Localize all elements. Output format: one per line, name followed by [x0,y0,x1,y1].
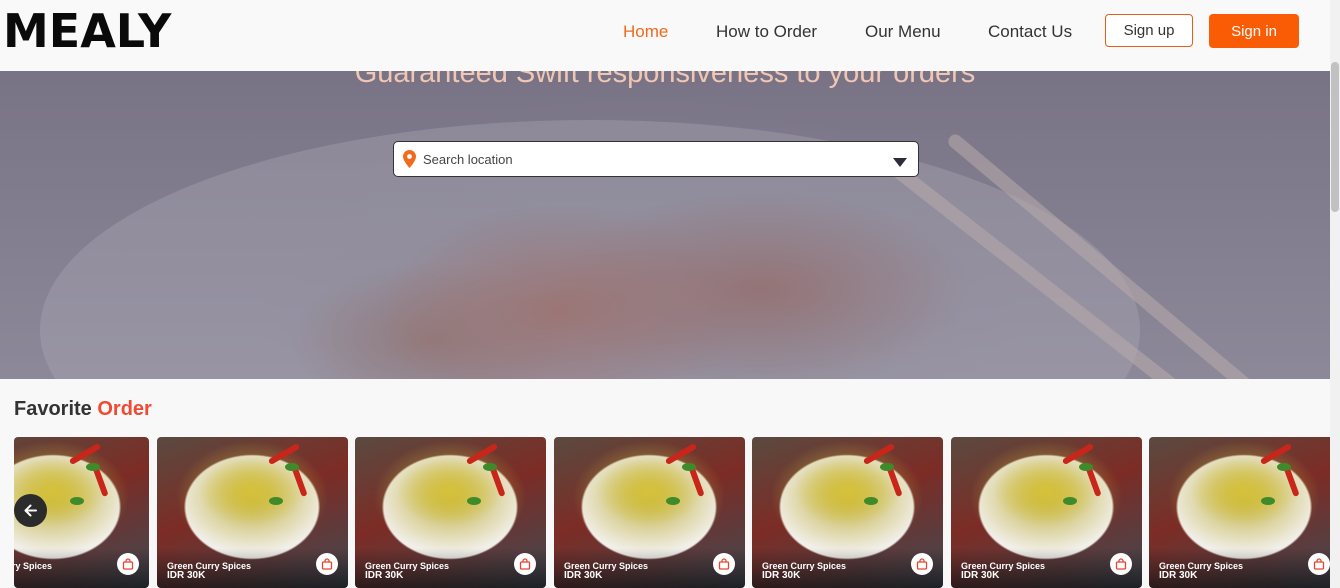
leaf-decoration [86,463,100,471]
leaf-decoration [880,463,894,471]
nav-contact-us[interactable]: Contact Us [988,22,1072,42]
favorite-card[interactable]: Green Curry SpicesIDR 30K [157,437,348,588]
favorite-card[interactable]: Green Curry SpicesIDR 30K [752,437,943,588]
location-search[interactable] [393,141,919,177]
favorites-heading-accent: Order [97,398,152,420]
favorites-heading: Favorite Order [14,398,152,421]
add-to-cart-button[interactable] [1110,553,1132,575]
favorites-heading-text: Favorite [14,398,92,420]
add-to-cart-button[interactable] [713,553,735,575]
card-price: IDR 30K [1159,570,1198,581]
chili-decoration [267,442,301,466]
leaf-decoration [285,463,299,471]
signin-button[interactable]: Sign in [1209,14,1299,48]
card-price: IDR 30K [0,570,7,581]
add-to-cart-button[interactable] [117,553,139,575]
card-price: IDR 30K [365,570,404,581]
leaf-decoration [269,497,283,505]
card-price: IDR 30K [564,570,603,581]
chopstick-decoration [945,131,1277,379]
search-location-input[interactable] [423,150,863,168]
chili-decoration [1061,442,1095,466]
nav-home[interactable]: Home [623,22,668,42]
leaf-decoration [467,497,481,505]
chopstick-decoration [875,151,1216,379]
leaf-decoration [864,497,878,505]
signup-button[interactable]: Sign up [1105,14,1193,47]
chili-decoration [68,442,102,466]
page-scrollbar[interactable] [1330,0,1340,588]
scrollbar-thumb[interactable] [1331,62,1339,212]
chili-decoration [465,442,499,466]
card-title: Green Curry Spices [3,561,53,571]
top-navbar: MEALY Home How to Order Our Menu Contact… [0,0,1330,71]
add-to-cart-button[interactable] [316,553,338,575]
leaf-decoration [682,463,696,471]
favorite-card[interactable]: Green Curry SpicesIDR 30K [1149,437,1340,588]
caret-down-icon[interactable] [893,154,907,172]
brand-logo[interactable]: MEALY [3,4,171,58]
card-price: IDR 30K [167,570,206,581]
add-to-cart-button[interactable] [514,553,536,575]
leaf-decoration [1261,497,1275,505]
leaf-decoration [1063,497,1077,505]
favorite-card[interactable]: Green Curry SpicesIDR 30K [355,437,546,588]
hero-banner: Guaranteed Swift responsiveness to your … [0,40,1330,379]
favorite-card[interactable]: Green Curry SpicesIDR 30K [951,437,1142,588]
leaf-decoration [1277,463,1291,471]
carousel-prev-button[interactable] [14,494,47,527]
chili-decoration [1259,442,1293,466]
chili-decoration [862,442,896,466]
nav-our-menu[interactable]: Our Menu [865,22,941,42]
leaf-decoration [1079,463,1093,471]
leaf-decoration [70,497,84,505]
card-price: IDR 30K [762,570,801,581]
favorite-card[interactable]: Green Curry SpicesIDR 30K [554,437,745,588]
chili-decoration [664,442,698,466]
add-to-cart-button[interactable] [911,553,933,575]
leaf-decoration [483,463,497,471]
leaf-decoration [666,497,680,505]
card-price: IDR 30K [961,570,1000,581]
map-pin-icon [403,150,416,173]
add-to-cart-button[interactable] [1308,553,1330,575]
nav-how-to-order[interactable]: How to Order [716,22,817,42]
